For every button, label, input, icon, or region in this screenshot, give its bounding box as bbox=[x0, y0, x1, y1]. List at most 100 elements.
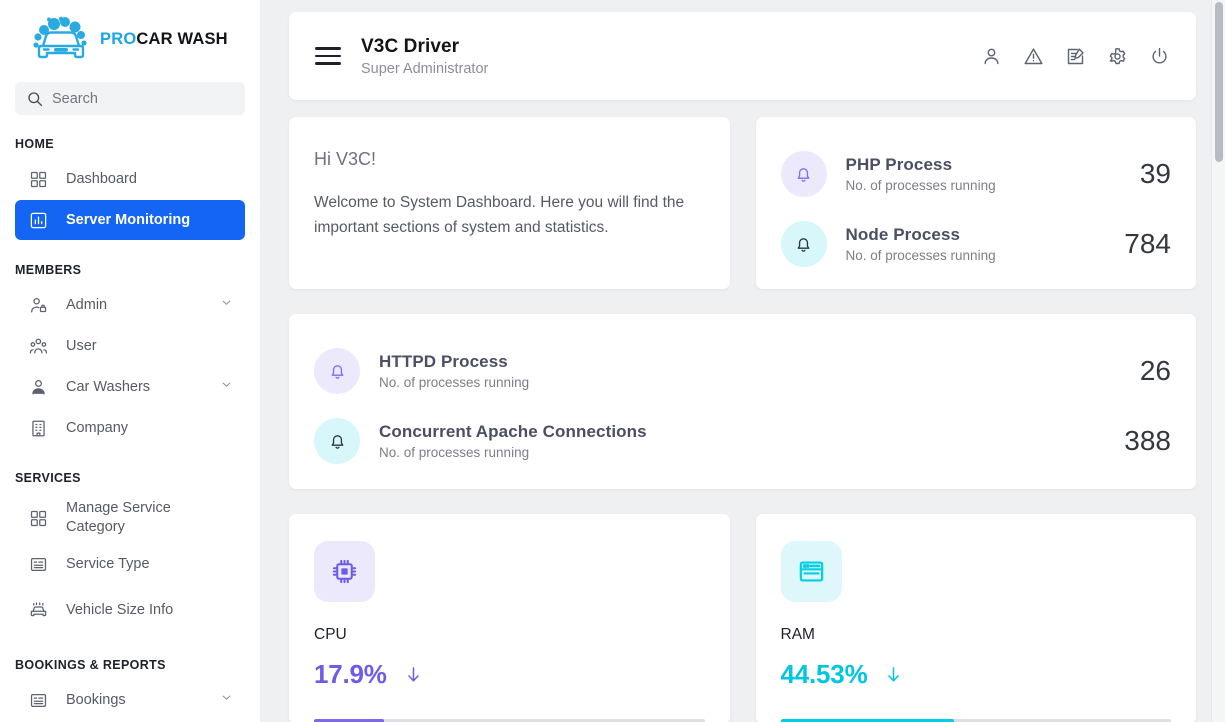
hamburger-menu-icon[interactable] bbox=[315, 47, 341, 65]
sidebar-item-vehicle-size-info[interactable]: Vehicle Size Info bbox=[15, 585, 245, 635]
sidebar-item-label: Car Washers bbox=[66, 378, 151, 395]
process-stat-subtitle: No. of processes running bbox=[845, 178, 996, 193]
sidebar-item-label: Manage Service Category bbox=[66, 500, 171, 535]
user-profile-icon[interactable] bbox=[981, 46, 1002, 67]
sidebar-item-label: Admin bbox=[66, 296, 108, 313]
list-card-icon bbox=[29, 691, 48, 710]
chevron-down-icon[interactable] bbox=[220, 378, 233, 396]
sidebar-item-manage-service-category[interactable]: Manage Service Category bbox=[15, 493, 245, 543]
building-icon bbox=[29, 419, 48, 438]
welcome-message: Welcome to System Dashboard. Here you wi… bbox=[314, 194, 685, 237]
arrow-down-icon bbox=[403, 664, 424, 685]
arrow-down-icon bbox=[883, 664, 904, 685]
grid-dashboard-icon bbox=[29, 170, 48, 189]
user-lock-icon bbox=[29, 296, 48, 315]
header-titles: V3C Driver Super Administrator bbox=[361, 36, 488, 77]
process-stats-card-one: PHP Process No. of processes running 39 Nod… bbox=[755, 117, 1196, 289]
process-stat-row: HTTPD Process No. of processes running 26 bbox=[314, 336, 1171, 406]
users-group-icon bbox=[29, 337, 48, 356]
gauge-label: CPU bbox=[314, 626, 347, 643]
sidebar-item-label: Bookings bbox=[66, 691, 126, 708]
gauge-column: RAM 44.53% bbox=[755, 514, 1196, 722]
page-subtitle: Super Administrator bbox=[361, 60, 489, 77]
resource-gauges-row: CPU 17.9% RAM 44.53% bbox=[289, 514, 1196, 722]
process-stat-row: Node Process No. of processes running 784 bbox=[780, 209, 1171, 279]
sidebar-item-server-monitoring[interactable]: Server Monitoring bbox=[15, 200, 245, 240]
gauge-value-row: 44.53% bbox=[781, 659, 1172, 690]
gauge-value: 44.53% bbox=[780, 659, 868, 689]
sidebar-item-dashboard[interactable]: Dashboard bbox=[15, 159, 245, 199]
process-stat-row: PHP Process No. of processes running 39 bbox=[780, 139, 1171, 209]
search-icon bbox=[28, 91, 43, 106]
page-title: V3C Driver bbox=[361, 35, 460, 57]
dashboard-row-one: Hi V3C! Welcome to System Dashboard. Her… bbox=[289, 117, 1196, 289]
process-stat-text: PHP Process No. of processes running bbox=[846, 155, 1121, 193]
process-stat-name: HTTPD Process bbox=[379, 352, 508, 371]
sidebar-section-bookings-reports: BOOKINGS & REPORTS bbox=[15, 658, 166, 672]
sidebar-section-services: SERVICES bbox=[15, 471, 81, 485]
process-stat-text: HTTPD Process No. of processes running bbox=[379, 352, 1121, 390]
sidebar-item-label: Company bbox=[66, 419, 129, 436]
gauge-value: 17.9% bbox=[314, 659, 387, 689]
brand-name: PROCAR WASH bbox=[100, 30, 228, 49]
main-content: V3C Driver Super Administrator Hi V3C! W… bbox=[260, 0, 1225, 722]
welcome-card: Hi V3C! Welcome to System Dashboard. Her… bbox=[289, 117, 730, 289]
sidebar-item-service-type[interactable]: Service Type bbox=[15, 544, 245, 584]
brand-name-rest: CAR WASH bbox=[136, 29, 228, 48]
car-wash-logo-icon bbox=[33, 16, 87, 59]
gauge-label: RAM bbox=[780, 626, 815, 643]
welcome-greeting: Hi V3C! bbox=[314, 149, 377, 169]
brand-logo[interactable]: PROCAR WASH bbox=[0, 0, 260, 78]
user-worker-icon bbox=[29, 378, 48, 397]
process-stat-value: 26 bbox=[1139, 355, 1171, 386]
bell-icon bbox=[314, 348, 360, 394]
edit-document-icon[interactable] bbox=[1065, 46, 1086, 67]
sidebar-item-label: Dashboard bbox=[66, 170, 137, 187]
bell-icon bbox=[314, 418, 360, 464]
memory-window-icon bbox=[780, 541, 842, 602]
sidebar-item-bookings[interactable]: Bookings bbox=[15, 680, 245, 720]
car-wash-vehicle-icon bbox=[29, 601, 48, 620]
sidebar-item-company[interactable]: Company bbox=[15, 408, 245, 448]
process-stat-value: 39 bbox=[1139, 158, 1171, 189]
gauge-value-row: 17.9% bbox=[314, 659, 705, 690]
cpu-chip-icon bbox=[314, 541, 375, 602]
scrollbar-thumb[interactable] bbox=[1215, 2, 1223, 162]
header-action-icons bbox=[981, 46, 1170, 67]
sidebar-item-admin[interactable]: Admin bbox=[15, 285, 245, 325]
sidebar-section-home: HOME bbox=[15, 137, 54, 151]
process-stat-text: Concurrent Apache Connections No. of proc… bbox=[379, 422, 1105, 460]
sidebar: PROCAR WASH HOME Dashboard Server Monitori… bbox=[0, 0, 260, 722]
process-stat-subtitle: No. of processes running bbox=[379, 375, 530, 390]
process-stat-name: Node Process bbox=[845, 225, 961, 244]
chevron-down-icon[interactable] bbox=[220, 296, 233, 314]
sidebar-section-members: MEMBERS bbox=[15, 263, 82, 277]
brand-name-accent: PRO bbox=[100, 29, 137, 48]
gauge-column: CPU 17.9% bbox=[289, 514, 730, 722]
process-stat-text: Node Process No. of processes running bbox=[846, 225, 1106, 263]
process-stat-name: Concurrent Apache Connections bbox=[379, 422, 647, 441]
resource-gauge-card-cpu: CPU 17.9% bbox=[289, 514, 730, 722]
resource-gauge-card-ram: RAM 44.53% bbox=[755, 514, 1196, 722]
page-scrollbar[interactable] bbox=[1211, 0, 1225, 722]
bell-icon bbox=[780, 151, 827, 197]
process-stats-card-two: HTTPD Process No. of processes running 26 C… bbox=[289, 314, 1196, 489]
search-box[interactable] bbox=[15, 82, 245, 115]
app-root: PROCAR WASH HOME Dashboard Server Monitori… bbox=[0, 0, 1225, 722]
process-stat-row: Concurrent Apache Connections No. of proc… bbox=[314, 406, 1171, 476]
bell-icon bbox=[780, 221, 827, 267]
sidebar-item-label: User bbox=[66, 337, 97, 354]
warning-triangle-icon[interactable] bbox=[1023, 46, 1044, 67]
sidebar-item-label: Vehicle Size Info bbox=[66, 601, 174, 618]
bar-chart-icon bbox=[29, 211, 48, 230]
sidebar-item-label: Service Type bbox=[66, 555, 150, 572]
sidebar-item-car-washers[interactable]: Car Washers bbox=[15, 367, 245, 407]
power-logout-icon[interactable] bbox=[1149, 46, 1170, 67]
gear-settings-icon[interactable] bbox=[1107, 46, 1128, 67]
sidebar-item-label: Server Monitoring bbox=[66, 211, 191, 228]
chevron-down-icon[interactable] bbox=[220, 691, 233, 709]
search-input[interactable] bbox=[52, 90, 233, 107]
sidebar-item-user[interactable]: User bbox=[15, 326, 245, 366]
process-stat-value: 784 bbox=[1124, 228, 1171, 259]
list-card-icon bbox=[29, 555, 48, 574]
